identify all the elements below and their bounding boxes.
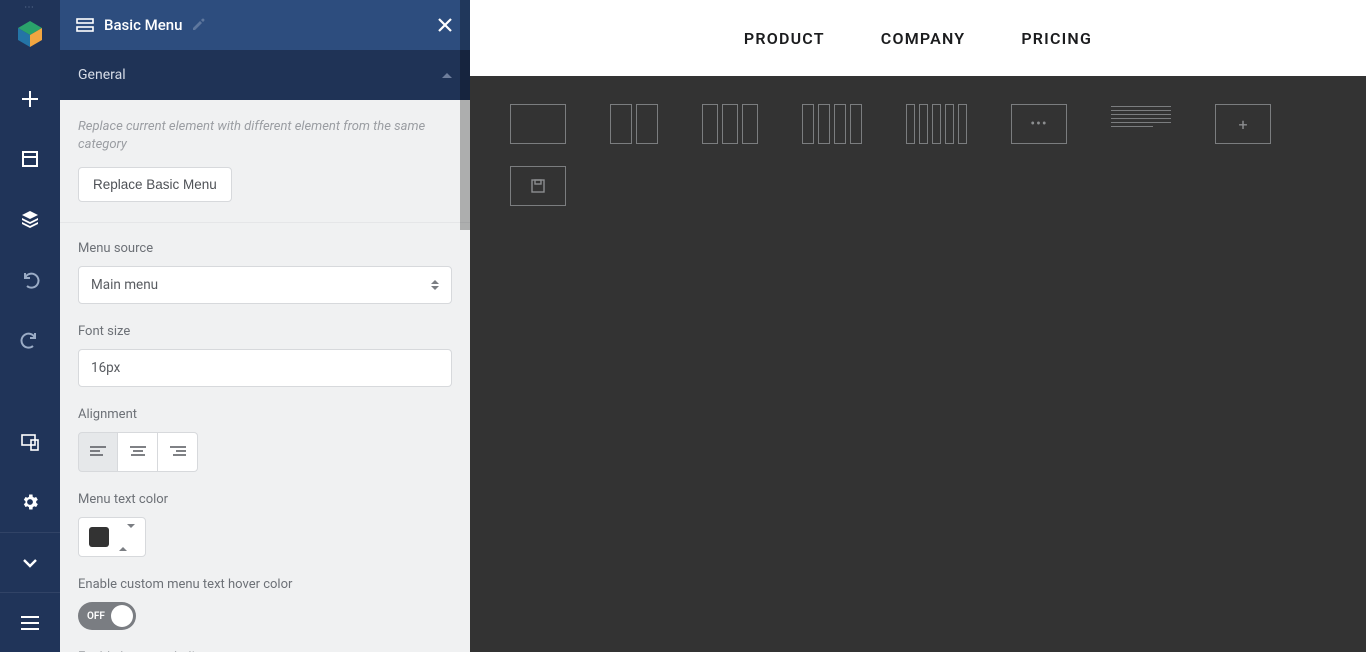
drag-handle-icon[interactable]: ⋯ [24, 2, 36, 13]
redo-button[interactable] [0, 309, 60, 369]
menu-text-color-picker[interactable] [78, 517, 146, 557]
color-swatch [89, 527, 109, 547]
text-block-icon[interactable] [1111, 104, 1171, 144]
responsive-view-button[interactable] [0, 412, 60, 472]
panel-scrollbar[interactable] [460, 0, 470, 230]
templates-button[interactable] [0, 129, 60, 189]
select-arrows-icon [431, 280, 439, 290]
panel-title: Basic Menu [104, 16, 183, 34]
menu-item-product[interactable]: PRODUCT [744, 29, 825, 48]
align-right-button[interactable] [158, 432, 198, 472]
app-logo[interactable] [15, 19, 45, 49]
close-panel-button[interactable] [436, 16, 454, 34]
align-center-button[interactable] [118, 432, 158, 472]
replace-hint: Replace current element with different e… [78, 118, 452, 153]
layout-col-5-icon[interactable] [906, 104, 967, 144]
layout-col-4-icon[interactable] [802, 104, 862, 144]
element-settings-panel: Basic Menu General Replace current eleme… [60, 0, 470, 652]
menu-source-select[interactable]: Main menu [78, 266, 452, 304]
layout-col-3-icon[interactable] [702, 104, 758, 144]
layout-col-1-icon[interactable] [510, 104, 566, 144]
panel-header: Basic Menu [60, 0, 470, 50]
hover-color-toggle-label: Enable custom menu text hover color [78, 577, 452, 592]
preview-area: PRODUCT COMPANY PRICING ••• + [470, 0, 1366, 652]
toggle-state: OFF [87, 611, 105, 622]
add-block-button[interactable]: + [1215, 104, 1271, 144]
save-template-button[interactable] [510, 166, 566, 206]
menu-item-pricing[interactable]: PRICING [1021, 29, 1092, 48]
preview-menu: PRODUCT COMPANY PRICING [470, 0, 1366, 76]
panel-body: Replace current element with different e… [60, 100, 470, 652]
basic-menu-icon [76, 18, 94, 32]
settings-button[interactable] [0, 472, 60, 532]
font-size-label: Font size [78, 324, 452, 339]
font-size-value: 16px [91, 360, 120, 376]
toggle-knob [111, 605, 133, 627]
tree-view-button[interactable] [0, 189, 60, 249]
menu-item-company[interactable]: COMPANY [881, 29, 966, 48]
edit-title-icon[interactable] [191, 18, 205, 32]
replace-element-button[interactable]: Replace Basic Menu [78, 167, 232, 202]
hover-color-toggle[interactable]: OFF [78, 602, 136, 630]
preview-toolbar: ••• + [470, 76, 1366, 652]
chevron-up-icon [442, 73, 452, 78]
alignment-label: Alignment [78, 407, 452, 422]
section-general[interactable]: General [60, 50, 470, 100]
menu-text-color-label: Menu text color [78, 492, 452, 507]
nav-rail: ⋯ [0, 0, 60, 652]
align-left-button[interactable] [78, 432, 118, 472]
add-element-button[interactable] [0, 69, 60, 129]
layout-more-button[interactable]: ••• [1011, 104, 1067, 144]
collapse-panel-button[interactable] [0, 532, 60, 592]
select-arrows-icon [119, 528, 135, 547]
layout-col-2-icon[interactable] [610, 104, 658, 144]
menu-source-label: Menu source [78, 241, 452, 256]
font-size-input[interactable]: 16px [78, 349, 452, 387]
menu-button[interactable] [0, 592, 60, 652]
section-title: General [78, 67, 126, 83]
alignment-group [78, 432, 452, 472]
undo-button[interactable] [0, 249, 60, 309]
menu-source-value: Main menu [91, 277, 158, 293]
